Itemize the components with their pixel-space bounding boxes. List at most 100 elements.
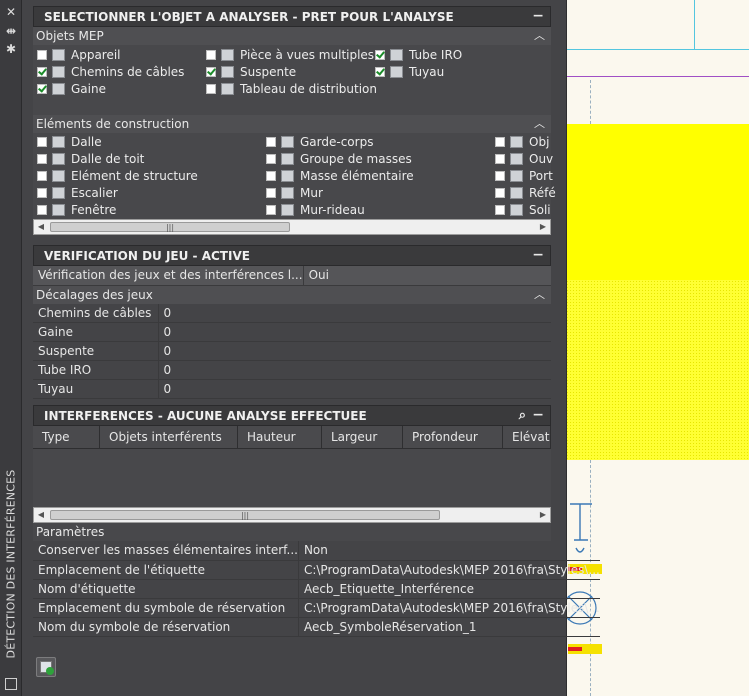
checkbox-item-mur[interactable]: Mur — [266, 184, 323, 201]
checkbox-item-tuyau[interactable]: Tuyau — [375, 63, 444, 80]
checkbox-item-r-f-[interactable]: Réfé — [495, 184, 556, 201]
checkbox[interactable] — [495, 136, 505, 147]
checkbox[interactable] — [375, 49, 385, 60]
checkbox-item-dalle-de-toit[interactable]: Dalle de toit — [37, 150, 144, 167]
scrollbar-thumb[interactable]: ||| — [50, 510, 440, 520]
parameter-value[interactable]: Aecb_Etiquette_Interférence — [298, 579, 600, 599]
settings-icon[interactable]: ✱ — [4, 42, 18, 56]
checkbox[interactable] — [206, 66, 216, 77]
clearance-offsets-header[interactable]: Décalages des jeux ︿ — [33, 285, 551, 304]
clearance-check-value[interactable]: Oui — [303, 266, 551, 286]
construction-elements-header[interactable]: Eléments de construction ︿ — [33, 115, 551, 133]
checkbox[interactable] — [266, 136, 276, 147]
checkbox[interactable] — [206, 49, 216, 60]
clearance-check-row[interactable]: Vérification des jeux et des interférenc… — [33, 266, 551, 286]
checkbox[interactable] — [206, 83, 216, 94]
checkbox[interactable] — [266, 187, 276, 198]
interference-scrollbar[interactable]: ◀ ||| ▶ — [33, 507, 551, 523]
checkbox[interactable] — [266, 153, 276, 164]
checkbox[interactable] — [266, 204, 276, 215]
column-header[interactable]: Type — [33, 426, 100, 448]
clearance-section-header[interactable]: VERIFICATION DU JEU - ACTIVE − — [33, 245, 551, 266]
column-header[interactable]: Profondeur — [403, 426, 503, 448]
checkbox[interactable] — [37, 187, 47, 198]
palette-menu-icon[interactable] — [5, 678, 17, 690]
parameter-value[interactable]: C:\ProgramData\Autodesk\MEP 2016\fra\Sty… — [298, 598, 600, 618]
offset-value[interactable]: 0 — [158, 379, 551, 399]
chevron-up-icon[interactable]: ︿ — [534, 115, 545, 131]
close-icon[interactable]: ✕ — [4, 5, 18, 19]
column-header[interactable]: Objets interférents — [100, 426, 238, 448]
collapse-icon[interactable]: − — [532, 8, 544, 24]
scrollbar-thumb[interactable]: ||| — [50, 222, 290, 232]
property-row[interactable]: Suspente 0 — [33, 341, 551, 361]
checkbox-item-mur-rideau[interactable]: Mur-rideau — [266, 201, 365, 218]
column-header[interactable]: Largeur — [322, 426, 403, 448]
parameter-value[interactable]: Non — [298, 541, 600, 561]
column-header[interactable]: Elévati — [503, 426, 551, 448]
property-row[interactable]: Tube IRO 0 — [33, 360, 551, 380]
construction-scrollbar[interactable]: ◀ ||| ▶ — [33, 219, 551, 235]
property-row[interactable]: Emplacement du symbole de réservation C:\… — [33, 598, 600, 618]
checkbox[interactable] — [37, 170, 47, 181]
checkbox-item-chemins-de-c-bles[interactable]: Chemins de câbles — [37, 63, 184, 80]
chevron-up-icon[interactable]: ︿ — [534, 27, 545, 43]
auto-hide-icon[interactable]: ⇹ — [4, 24, 18, 38]
checkbox-item-obj[interactable]: Obj — [495, 133, 549, 150]
property-row[interactable]: Gaine 0 — [33, 322, 551, 342]
checkbox-item-soli[interactable]: Soli — [495, 201, 551, 218]
checkbox-item-masse-l-mentaire[interactable]: Masse élémentaire — [266, 167, 414, 184]
checkbox[interactable] — [37, 83, 47, 94]
checkbox-item-pi-ce-vues-multiples[interactable]: Pièce à vues multiples — [206, 46, 374, 63]
interference-section-header[interactable]: INTERFERENCES - AUCUNE ANALYSE EFFECTUEE… — [33, 405, 551, 426]
checkbox[interactable] — [37, 66, 47, 77]
checkbox[interactable] — [495, 153, 505, 164]
parameter-value[interactable]: C:\ProgramData\Autodesk\MEP 2016\fra\Sty… — [298, 560, 600, 580]
run-analysis-button[interactable] — [36, 657, 56, 677]
checkbox-item-appareil[interactable]: Appareil — [37, 46, 121, 63]
checkbox-item-tube-iro[interactable]: Tube IRO — [375, 46, 462, 63]
checkbox-item-port[interactable]: Port — [495, 167, 553, 184]
select-section-header[interactable]: SELECTIONNER L'OBJET A ANALYSER - PRET P… — [33, 6, 551, 27]
scroll-right-icon[interactable]: ▶ — [536, 508, 550, 522]
offset-value[interactable]: 0 — [158, 341, 551, 361]
collapse-icon[interactable]: − — [532, 407, 544, 423]
checkbox[interactable] — [37, 136, 47, 147]
checkbox[interactable] — [495, 204, 505, 215]
zoom-icon[interactable]: ⌕ — [519, 408, 526, 423]
checkbox[interactable] — [495, 170, 505, 181]
scroll-right-icon[interactable]: ▶ — [536, 220, 550, 234]
property-row[interactable]: Tuyau 0 — [33, 379, 551, 399]
checkbox-item-suspente[interactable]: Suspente — [206, 63, 296, 80]
checkbox-item-groupe-de-masses[interactable]: Groupe de masses — [266, 150, 412, 167]
checkbox-item-fen-tre[interactable]: Fenêtre — [37, 201, 116, 218]
column-header[interactable]: Hauteur — [238, 426, 322, 448]
checkbox[interactable] — [37, 153, 47, 164]
scroll-left-icon[interactable]: ◀ — [34, 508, 48, 522]
checkbox-item-escalier[interactable]: Escalier — [37, 184, 118, 201]
offset-value[interactable]: 0 — [158, 360, 551, 380]
property-row[interactable]: Nom d'étiquette Aecb_Etiquette_Interféren… — [33, 579, 600, 599]
collapse-icon[interactable]: − — [532, 247, 544, 263]
checkbox-item-el-ment-de-structure[interactable]: Elément de structure — [37, 167, 198, 184]
checkbox[interactable] — [375, 66, 385, 77]
offset-value[interactable]: 0 — [158, 303, 551, 323]
checkbox[interactable] — [37, 204, 47, 215]
checkbox-item-ouv[interactable]: Ouv — [495, 150, 553, 167]
property-row[interactable]: Conserver les masses élémentaires interf… — [33, 541, 600, 561]
checkbox[interactable] — [266, 170, 276, 181]
checkbox[interactable] — [495, 187, 505, 198]
property-row[interactable]: Emplacement de l'étiquette C:\ProgramData… — [33, 560, 600, 580]
parameter-value[interactable]: Aecb_SymboleRéservation_1 — [298, 617, 600, 637]
mep-objects-header[interactable]: Objets MEP ︿ — [33, 27, 551, 45]
checkbox-item-dalle[interactable]: Dalle — [37, 133, 102, 150]
property-row[interactable]: Nom du symbole de réservation Aecb_Symbol… — [33, 617, 600, 637]
checkbox-item-gaine[interactable]: Gaine — [37, 80, 106, 97]
chevron-up-icon[interactable]: ︿ — [534, 286, 545, 302]
scroll-left-icon[interactable]: ◀ — [34, 220, 48, 234]
offset-value[interactable]: 0 — [158, 322, 551, 342]
checkbox[interactable] — [37, 49, 47, 60]
checkbox-item-tableau-de-distribution[interactable]: Tableau de distribution — [206, 80, 377, 97]
property-row[interactable]: Chemins de câbles 0 — [33, 303, 551, 323]
checkbox-item-garde-corps[interactable]: Garde-corps — [266, 133, 373, 150]
